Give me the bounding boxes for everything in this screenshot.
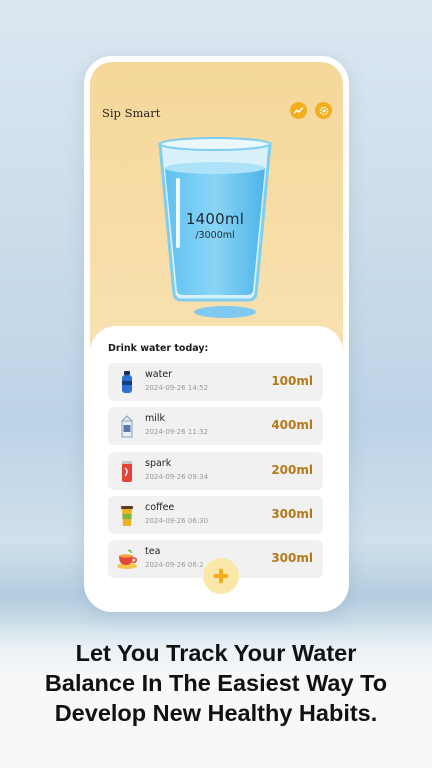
drink-amount: 100ml bbox=[271, 374, 313, 388]
drink-time: 2024-09-26 09:34 bbox=[145, 473, 209, 481]
trend-icon[interactable] bbox=[290, 102, 307, 119]
trend-icon-graphic bbox=[293, 107, 304, 114]
water-glass: 1400ml /3000ml bbox=[156, 134, 274, 304]
gear-icon[interactable] bbox=[315, 102, 332, 119]
add-drink-button[interactable] bbox=[203, 558, 239, 594]
drink-amount: 300ml bbox=[271, 551, 313, 565]
plus-icon bbox=[213, 568, 229, 584]
drink-time: 2024-09-26 11:32 bbox=[145, 428, 209, 436]
daily-goal: /3000ml bbox=[195, 230, 235, 241]
drink-name: water bbox=[145, 369, 173, 380]
phone-mockup: Sip Smart 1400ml /3000ml Drink water tod… bbox=[84, 56, 349, 612]
drink-amount: 300ml bbox=[271, 507, 313, 521]
drink-name: milk bbox=[145, 413, 166, 424]
drink-time: 2024-09-26 06:2 bbox=[145, 561, 204, 569]
drink-amount: 400ml bbox=[271, 418, 313, 432]
current-intake: 1400ml bbox=[185, 210, 245, 228]
soda-can-icon bbox=[122, 461, 132, 482]
list-item[interactable]: spark 2024-09-26 09:34 200ml bbox=[108, 452, 323, 490]
app-title: Sip Smart bbox=[102, 106, 161, 120]
tagline-line: Develop New Healthy Habits. bbox=[54, 700, 378, 726]
drink-name: coffee bbox=[145, 502, 175, 513]
tagline-line: Balance In The Easiest Way To bbox=[44, 670, 388, 696]
drink-name: tea bbox=[145, 546, 161, 557]
tagline-line: Let You Track Your Water bbox=[75, 640, 357, 666]
list-item[interactable]: coffee 2024-09-26 06:30 300ml bbox=[108, 496, 323, 534]
drink-amount: 200ml bbox=[271, 463, 313, 477]
drink-time: 2024-09-26 06:30 bbox=[145, 517, 209, 525]
gear-icon-graphic bbox=[319, 106, 328, 115]
teacup-icon bbox=[117, 549, 137, 569]
coffee-cup-icon bbox=[121, 506, 133, 526]
glass-reflection bbox=[194, 306, 256, 318]
water-bottle-icon bbox=[122, 371, 132, 393]
list-item[interactable]: milk 2024-09-26 11:32 400ml bbox=[108, 407, 323, 445]
drink-time: 2024-09-26 14:52 bbox=[145, 384, 209, 392]
list-item[interactable]: water 2024-09-26 14:52 100ml bbox=[108, 363, 323, 401]
list-title: Drink water today: bbox=[108, 343, 209, 354]
drink-name: spark bbox=[145, 458, 172, 469]
promo-tagline: Let You Track Your Water Balance In The … bbox=[0, 638, 432, 728]
milk-carton-icon bbox=[121, 415, 133, 438]
